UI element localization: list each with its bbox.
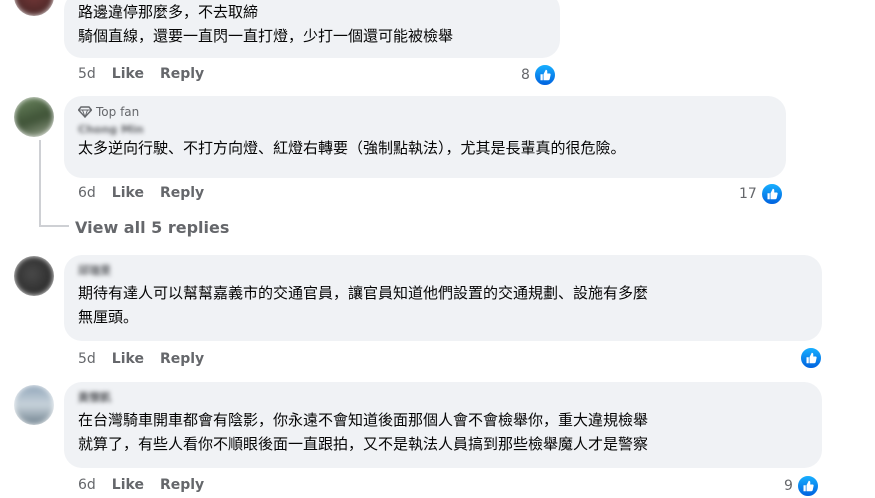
comment-bubble: 邱瑞旻 期待有達人可以幫幫嘉義市的交通官員，讓官員知道他們設置的交通規劃、設施有… — [64, 255, 822, 341]
diamond-icon — [78, 106, 92, 118]
thumbs-up-icon — [532, 63, 557, 87]
commenter-name[interactable]: 黃懷凱 — [78, 391, 808, 405]
thread-line — [39, 140, 41, 226]
thread-line-elbow — [39, 225, 69, 227]
timestamp[interactable]: 6d — [78, 185, 96, 201]
reaction-count[interactable]: 8 — [521, 63, 557, 87]
comment-text: 期待有達人可以幫幫嘉義市的交通官員，讓官員知道他們設置的交通規劃、設施有多麼 無厘… — [78, 284, 649, 326]
reply-button[interactable]: Reply — [160, 66, 204, 82]
avatar[interactable] — [14, 97, 54, 137]
timestamp[interactable]: 5d — [78, 351, 96, 367]
comment-text: 太多逆向行駛、不打方向燈、紅燈右轉要（強制點執法），尤其是長輩真的很危險。 — [78, 139, 626, 157]
comment-actions: 5d Like Reply — [78, 66, 220, 82]
avatar[interactable] — [14, 0, 54, 16]
thumbs-up-icon — [759, 182, 784, 206]
thumbs-up-icon — [795, 474, 820, 498]
comment-bubble: 路邊違停那麼多，不去取締 騎個直線，還要一直閃一直打燈，少打一個還可能被檢舉 — [64, 0, 560, 58]
like-button[interactable]: Like — [112, 185, 144, 201]
avatar[interactable] — [14, 385, 54, 425]
thumbs-up-icon — [799, 346, 823, 370]
comment-actions: 6d Like Reply — [78, 477, 220, 493]
timestamp[interactable]: 5d — [78, 66, 96, 82]
reaction-count[interactable]: 9 — [784, 474, 820, 498]
like-button[interactable]: Like — [112, 66, 144, 82]
reply-button[interactable]: Reply — [160, 351, 204, 367]
reply-button[interactable]: Reply — [160, 185, 204, 201]
comment-bubble: Top fan Chong Min 太多逆向行駛、不打方向燈、紅燈右轉要（強制點… — [64, 96, 786, 178]
commenter-name[interactable]: 邱瑞旻 — [78, 264, 808, 278]
reply-button[interactable]: Reply — [160, 477, 204, 493]
comment-text: 在台灣騎車開車都會有陰影，你永遠不會知道後面那個人會不會檢舉你，重大違規檢舉 就算… — [78, 411, 649, 453]
comment-text: 路邊違停那麼多，不去取締 騎個直線，還要一直閃一直打燈，少打一個還可能被檢舉 — [78, 3, 454, 45]
commenter-name[interactable]: Chong Min — [78, 123, 772, 137]
like-button[interactable]: Like — [112, 351, 144, 367]
reaction-count[interactable] — [796, 346, 823, 370]
avatar[interactable] — [14, 256, 54, 296]
reaction-count[interactable]: 17 — [739, 182, 784, 206]
reaction-number: 17 — [739, 186, 757, 202]
like-button[interactable]: Like — [112, 477, 144, 493]
top-fan-badge: Top fan — [78, 104, 772, 120]
comment-actions: 6d Like Reply — [78, 185, 220, 201]
comment-bubble: 黃懷凱 在台灣騎車開車都會有陰影，你永遠不會知道後面那個人會不會檢舉你，重大違規… — [64, 382, 822, 468]
view-replies-link[interactable]: View all 5 replies — [75, 218, 229, 237]
timestamp[interactable]: 6d — [78, 477, 96, 493]
reaction-number: 8 — [521, 67, 530, 83]
comment-actions: 5d Like Reply — [78, 351, 220, 367]
